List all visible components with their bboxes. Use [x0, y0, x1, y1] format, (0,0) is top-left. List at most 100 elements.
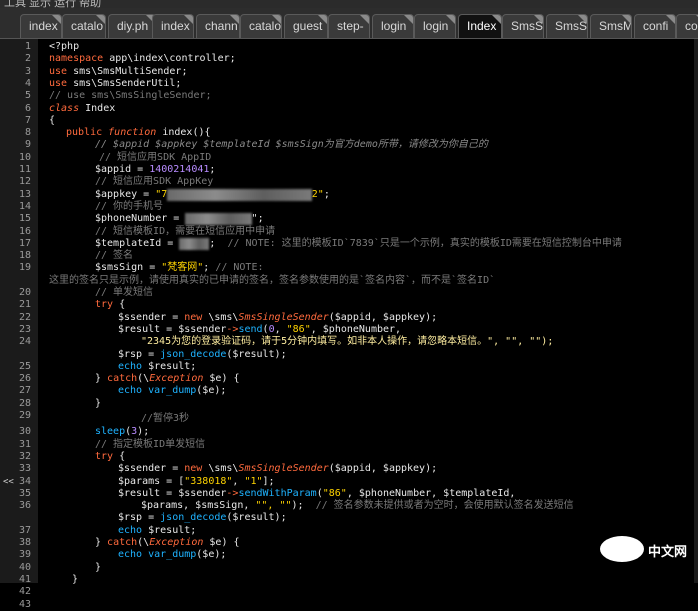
tab-smsm[interactable]: SmsM [590, 14, 632, 38]
code-line-35: $params = ["338018", "1"]; [118, 475, 275, 487]
line-number: 17 [18, 237, 31, 249]
code-line-24: $rsp = json_decode($result); [118, 348, 287, 360]
code-line-12: // 短信应用SDK AppKey [95, 176, 214, 188]
tab-smssi[interactable]: SmsSi [502, 14, 544, 38]
code-line-19: $smsSign = "梵客网"; // NOTE: [95, 262, 264, 274]
line-number: 33 [18, 463, 31, 475]
tab-corner-icon [578, 15, 587, 24]
code-editor[interactable]: 1 2 3 4 5 6 7 8 9 10 11 12 13 14 15 16 17 18 19 20 21 22 23 24 2… [0, 39, 698, 610]
line-number: 4 [24, 77, 31, 89]
tab-conf[interactable]: conf [676, 14, 698, 38]
tab-chann[interactable]: chann [196, 14, 240, 38]
line-number: 1 [24, 41, 31, 52]
tab-label: diy.ph [117, 19, 149, 33]
line-number: 18 [18, 250, 31, 262]
line-number: 32 [18, 450, 31, 462]
line-number: 23 [18, 323, 31, 335]
line-number: 15 [18, 213, 31, 225]
line-number: 2 [24, 53, 31, 65]
tab-corner-icon [318, 15, 327, 24]
vertical-scrollbar[interactable] [694, 39, 698, 583]
line-number: 22 [18, 311, 31, 323]
code-line-27: echo var_dump($e); [118, 385, 227, 397]
code-line-9: // $appid $appkey $templateId $smsSign为官… [95, 139, 488, 151]
line-number: 5 [24, 90, 31, 102]
line-number: 3 [24, 65, 31, 77]
tab-corner-icon [360, 15, 369, 24]
tab-index[interactable]: index [20, 14, 62, 38]
code-line-36-wrap: $params, $smsSign, "", ""); // 签名参数未提供或者… [141, 500, 574, 512]
tab-corner-icon [96, 15, 105, 24]
code-line-3: use sms\SmsMultiSender; [49, 65, 188, 77]
redacted-phone: xxxxxxxxxxx [185, 213, 252, 226]
bookmark-marker-icon[interactable]: << [3, 476, 14, 488]
tab-catalo[interactable]: catalo [240, 14, 282, 38]
tab-corner-icon [446, 15, 455, 24]
line-number: 28 [18, 397, 31, 409]
tab-corner-icon [272, 15, 281, 24]
line-number: 19 [18, 262, 31, 274]
code-line-42: } [72, 573, 79, 585]
code-line-4: use sms\SmsSenderUtil; [49, 77, 182, 89]
tab-diy-ph[interactable]: diy.ph [108, 14, 156, 38]
tab-label: confi [643, 19, 669, 33]
line-number: 40 [18, 561, 31, 573]
code-line-25: echo $result; [118, 360, 197, 372]
line-number-gutter: 1 2 3 4 5 6 7 8 9 10 11 12 13 14 15 16 17 18 19 20 21 22 23 24 2… [0, 39, 38, 610]
code-line-41: } [95, 561, 102, 573]
line-number: 41 [18, 573, 31, 585]
code-line-22: $ssender = new \sms\SmsSingleSender($app… [118, 311, 438, 323]
line-number: 9 [24, 139, 31, 151]
tab-catalo[interactable]: catalo [62, 14, 106, 38]
tab-confi[interactable]: confi [634, 14, 676, 38]
tab-corner-icon [52, 15, 61, 24]
line-number: 39 [18, 549, 31, 561]
code-line-2: namespace app\index\controller; [49, 53, 236, 65]
code-line-8: public function index(){ [66, 127, 211, 139]
line-number: 21 [18, 299, 31, 311]
tab-corner-icon [622, 15, 631, 24]
tab-index[interactable]: Index [458, 14, 502, 38]
logo-mark-icon [600, 536, 644, 562]
window-top-strip: 工具 显示 运行 帮助 [0, 0, 698, 8]
line-number: 37 [18, 524, 31, 536]
code-line-13: $appkey = "7xxxxxxxxxxxxxxxxxxxxxxxx2"; [95, 188, 330, 201]
redacted-template-id: xxxxx [179, 237, 210, 251]
line-number: 27 [18, 385, 31, 397]
code-line-14: // 你的手机号 [95, 200, 164, 212]
tab-login[interactable]: login [372, 14, 414, 38]
tab-smss[interactable]: SmsS [546, 14, 588, 38]
redacted-appkey: xxxxxxxxxxxxxxxxxxxxxxxx [167, 188, 312, 201]
code-line-23-wrap: "2345为您的登录验证码，请于5分钟内填写。如非本人操作，请忽略本短信。", … [141, 336, 554, 348]
line-number: 38 [18, 537, 31, 548]
tab-step-[interactable]: step- [328, 14, 370, 38]
code-line-7: { [49, 114, 56, 126]
tab-bar: index catalo diy.ph index chann catalo guest st… [0, 8, 698, 39]
line-number: 25 [18, 360, 31, 372]
code-line-28: } [95, 397, 102, 409]
line-number: 31 [18, 438, 31, 450]
code-line-11: $appid = 1400214041; [95, 164, 216, 175]
tab-login[interactable]: login [414, 14, 456, 38]
code-line-32: // 指定模板ID单发短信 [95, 438, 206, 450]
line-number: 6 [24, 102, 31, 114]
tab-corner-icon [184, 15, 193, 24]
menu-fragment: 工具 显示 运行 帮助 [4, 0, 102, 8]
code-line-6: class Index [49, 102, 116, 114]
tab-guest[interactable]: guest [284, 14, 328, 38]
line-number: 12 [18, 176, 31, 188]
code-line-36: $result = $ssender->sendWithParam("86", … [118, 487, 516, 499]
code-line-18: // 签名 [95, 250, 134, 262]
tab-corner-icon [492, 15, 501, 24]
line-number: 24 [18, 336, 31, 348]
code-line-17: $templateId = xxxxx; // NOTE: 这里的模板ID`78… [95, 237, 622, 251]
line-number: 10 [18, 151, 31, 163]
line-number: 7 [24, 114, 31, 126]
code-line-26: } catch(\Exception $e) { [95, 373, 240, 385]
line-number: 16 [18, 225, 31, 237]
tab-index[interactable]: index [152, 14, 194, 38]
code-line-1: <?php [49, 41, 80, 52]
line-number: 29 [18, 410, 31, 421]
tab-label: login [381, 19, 407, 33]
code-line-37: $rsp = json_decode($result); [118, 512, 287, 524]
